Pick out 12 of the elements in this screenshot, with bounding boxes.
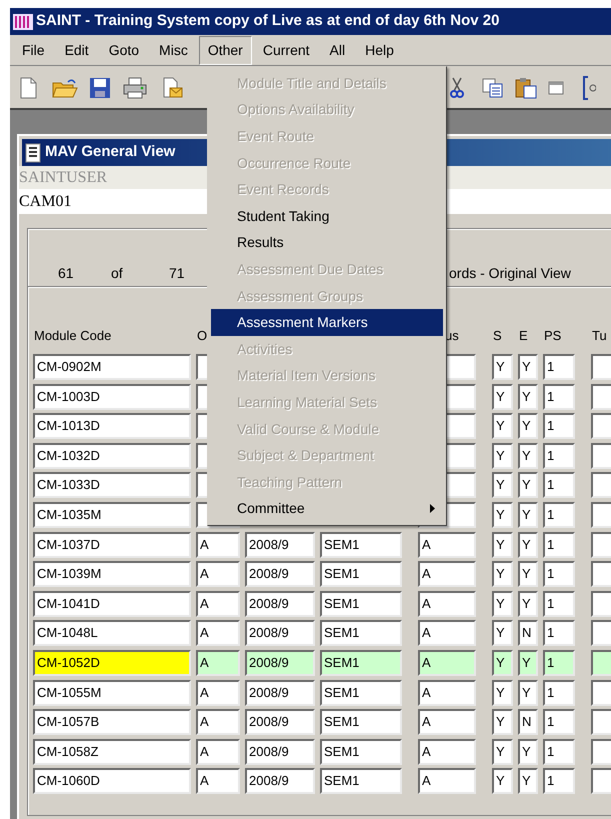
column-header: S — [493, 328, 502, 342]
child-window-title: MAV General View — [45, 142, 176, 162]
window-title: SAINT - Training System copy of Live as at end of day 6th Nov 20 — [36, 11, 500, 32]
record-number: 61 — [58, 264, 74, 283]
view-label: ords - Original View — [449, 264, 571, 283]
column-header: Module Code — [34, 328, 112, 342]
column-header: PS — [544, 328, 562, 342]
column-header: Tu — [592, 328, 607, 342]
counter-label: of — [111, 264, 123, 283]
column-header: E — [519, 328, 528, 342]
record-total: 71 — [169, 264, 185, 283]
column-header: O — [197, 328, 208, 342]
